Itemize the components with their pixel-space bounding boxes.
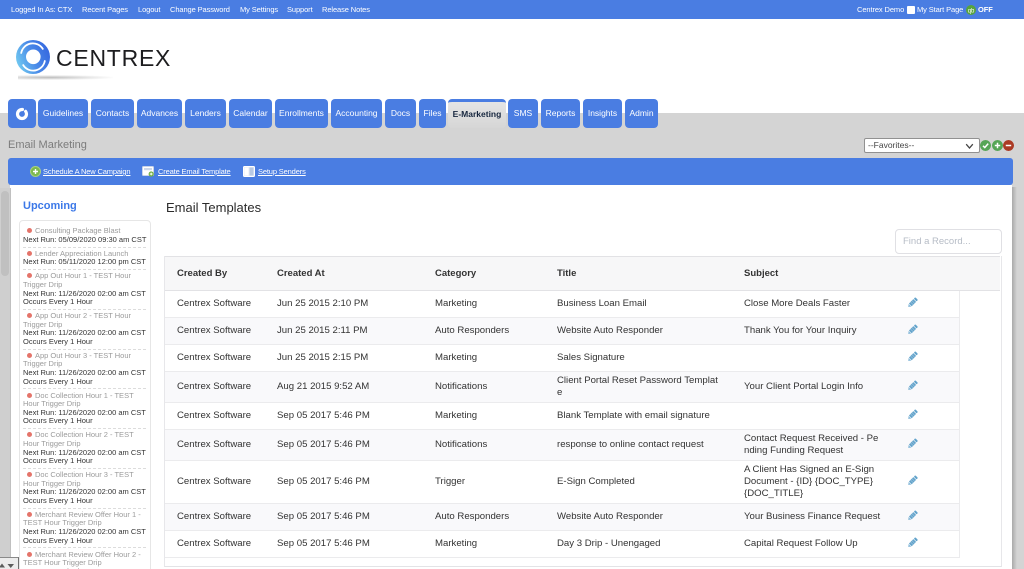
svg-text:qb: qb <box>968 9 975 15</box>
